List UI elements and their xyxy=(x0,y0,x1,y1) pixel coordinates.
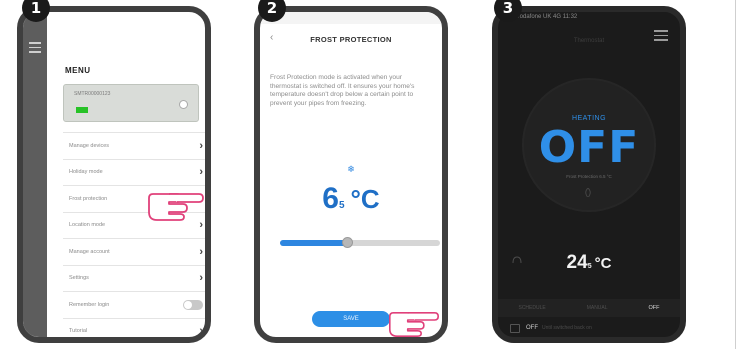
chevron-right-icon: › xyxy=(199,272,203,285)
temperature-slider[interactable] xyxy=(280,237,440,248)
menu-item-label: Frost protection xyxy=(69,195,108,202)
device-card[interactable]: SMTR00000123 xyxy=(63,84,199,122)
bottom-state: OFF xyxy=(526,325,538,331)
chevron-right-icon: › xyxy=(199,139,203,152)
frost-description: Frost Protection mode is activated when … xyxy=(270,74,415,107)
page-divider xyxy=(735,0,736,349)
menu-item-manage-devices[interactable]: Manage devices › xyxy=(63,132,205,159)
menu-item-tutorial[interactable]: Tutorial › xyxy=(63,317,205,338)
room-temperature: 245 °C xyxy=(498,252,680,274)
pointing-hand-icon xyxy=(147,182,205,222)
phone-frost-protection-screen: ‹ FROST PROTECTION Frost Protection mode… xyxy=(254,6,448,343)
bottom-note: Until switched back on xyxy=(542,325,592,331)
room-temp-unit: °C xyxy=(594,255,612,272)
room-temp-whole: 24 xyxy=(566,252,588,273)
frost-sub-label: Frost Protection 6.5 °C xyxy=(566,174,612,179)
save-button[interactable]: SAVE xyxy=(312,311,390,327)
menu-item-remember-login: Remember login xyxy=(63,291,205,318)
chevron-right-icon: › xyxy=(199,245,203,258)
frost-temperature: 65 °C xyxy=(260,182,442,216)
side-panel xyxy=(23,12,47,337)
chevron-right-icon: › xyxy=(199,325,203,338)
menu-item-settings[interactable]: Settings › xyxy=(63,264,205,292)
menu-item-label: Settings xyxy=(69,275,89,282)
page-title: FROST PROTECTION xyxy=(310,35,392,44)
menu-item-label: Location mode xyxy=(69,222,106,229)
slider-fill xyxy=(280,240,348,246)
heating-state: OFF xyxy=(538,122,640,173)
heating-label: HEATING xyxy=(571,115,607,122)
temp-decimal: 5 xyxy=(338,200,345,211)
thermostat-dial[interactable]: HEATING OFF Frost Protection 6.5 °C xyxy=(522,78,656,212)
state-bar: OFF Until switched back on xyxy=(498,319,680,337)
thermostat-name: Thermostat xyxy=(573,38,605,44)
carrier-text: Vodafone UK 4G 11:32 xyxy=(516,14,578,20)
menu-title: MENU xyxy=(65,66,91,75)
menu-item-label: Remember login xyxy=(69,301,110,308)
mode-off[interactable]: OFF xyxy=(649,305,660,311)
snowflake-icon: ❄ xyxy=(347,164,355,174)
phone-home-screen: Vodafone UK 4G 11:32 Thermostat HEATING … xyxy=(492,6,686,343)
mode-selector: SCHEDULE MANUAL OFF xyxy=(498,299,680,317)
status-bar: Vodafone UK 4G 11:32 xyxy=(498,12,680,24)
flame-icon xyxy=(584,187,592,199)
device-select-radio[interactable] xyxy=(179,100,188,109)
slider-handle[interactable] xyxy=(342,237,354,248)
chevron-right-icon: › xyxy=(199,166,203,179)
status-bar xyxy=(260,12,442,24)
status-led-icon xyxy=(76,107,88,113)
device-name: SMTR00000123 xyxy=(74,91,111,97)
remember-login-toggle[interactable] xyxy=(183,299,203,310)
menu-list: Manage devices › Holiday mode › Frost pr… xyxy=(63,132,205,338)
mode-schedule[interactable]: SCHEDULE xyxy=(518,305,545,311)
menu-item-label: Manage account xyxy=(69,248,110,255)
calendar-icon xyxy=(510,323,520,333)
menu-item-label: Manage devices xyxy=(69,142,110,149)
temp-whole: 6 xyxy=(322,182,339,215)
menu-item-label: Tutorial xyxy=(69,328,88,335)
menu-item-manage-account[interactable]: Manage account › xyxy=(63,238,205,265)
phone-menu-screen: MENU SMTR00000123 Manage devices › Holid… xyxy=(17,6,211,343)
hamburger-icon[interactable] xyxy=(29,42,41,56)
menu-item-label: Holiday mode xyxy=(69,169,103,176)
temp-unit: °C xyxy=(350,184,380,214)
pointing-hand-icon xyxy=(388,302,440,337)
mode-manual[interactable]: MANUAL xyxy=(587,305,608,311)
room-temp-decimal: 5 xyxy=(587,263,592,270)
